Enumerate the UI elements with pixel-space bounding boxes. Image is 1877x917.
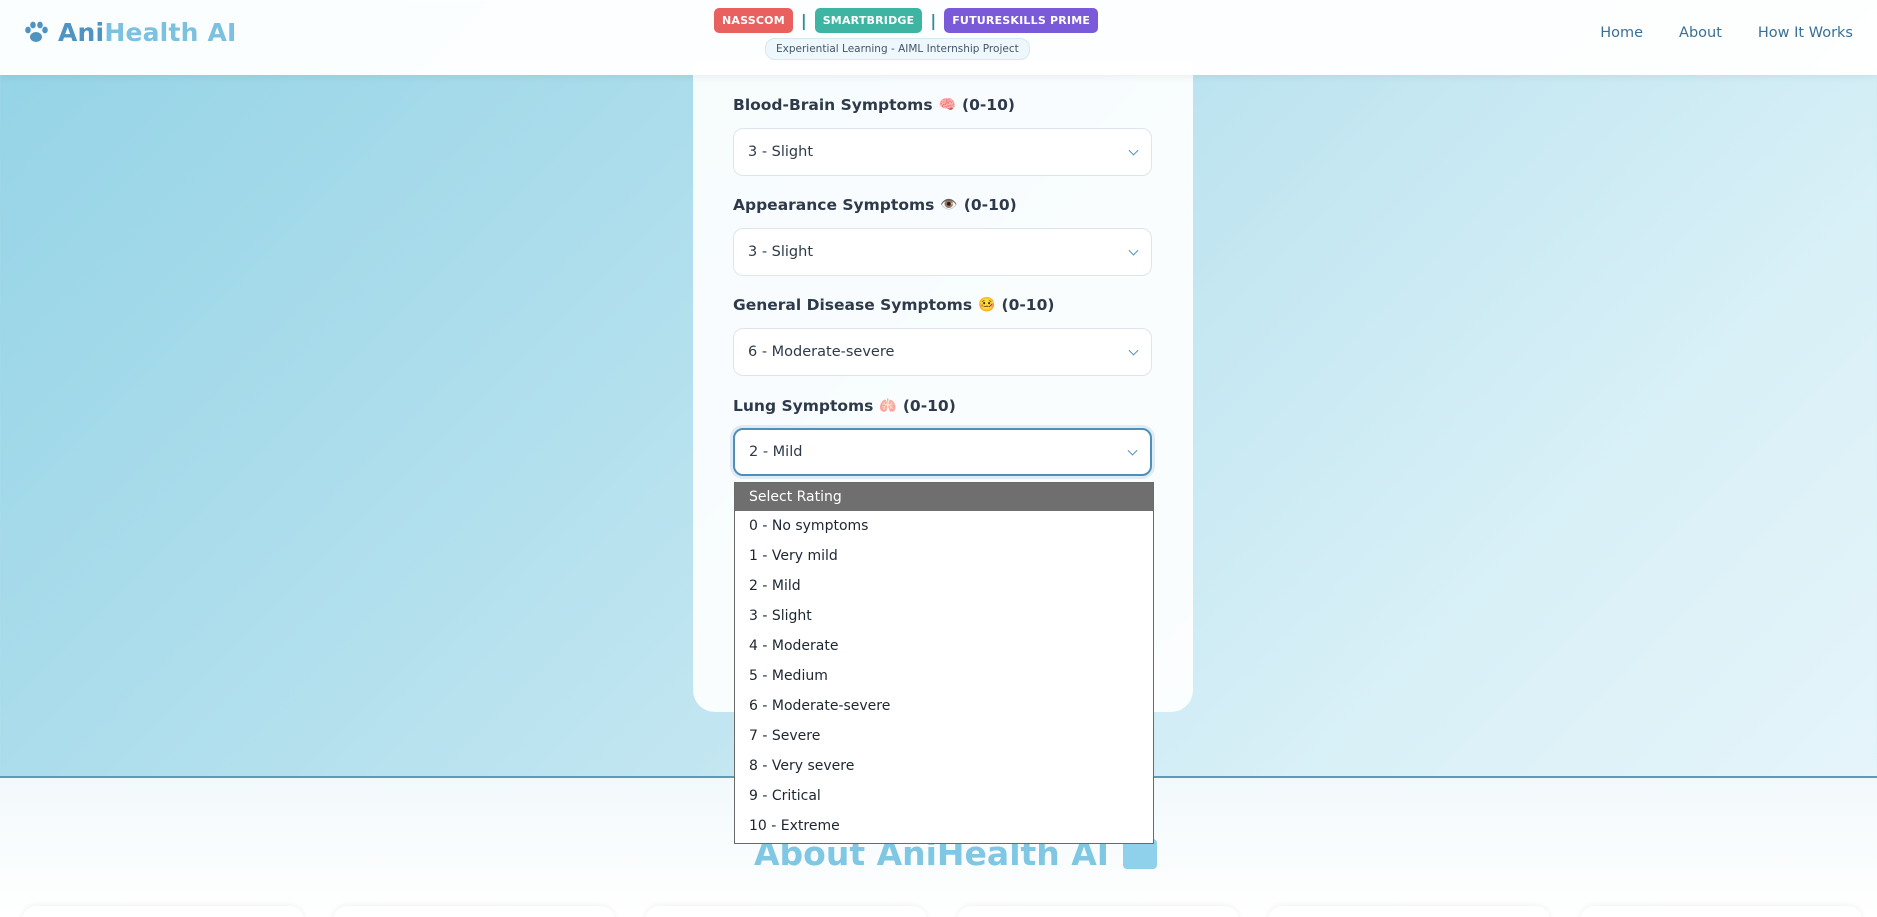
logo[interactable]: AniHealth AI — [22, 18, 237, 47]
blood-brain-label: Blood-Brain Symptoms 🧠 (0-10) — [733, 96, 1015, 114]
option-5[interactable]: 5 - Medium — [735, 661, 1153, 691]
main-nav: Home About How It Works — [1600, 25, 1853, 41]
nav-home[interactable]: Home — [1600, 25, 1643, 41]
nav-how-it-works[interactable]: How It Works — [1758, 25, 1853, 41]
blood-brain-select[interactable]: 3 - Slight — [733, 128, 1152, 176]
option-2[interactable]: 2 - Mild — [735, 571, 1153, 601]
option-8[interactable]: 8 - Very severe — [735, 751, 1153, 781]
general-disease-label: General Disease Symptoms 🤒 (0-10) — [733, 296, 1055, 314]
feature-card — [957, 906, 1239, 917]
chevron-down-icon — [1128, 245, 1139, 256]
eye-icon: 👁️ — [940, 197, 958, 213]
chevron-down-icon — [1128, 145, 1139, 156]
lung-label: Lung Symptoms 🫁 (0-10) — [733, 397, 956, 415]
futureskills-badge: FUTURESKILLS PRIME — [944, 8, 1099, 33]
nasscom-badge: NASSCOM — [714, 8, 793, 33]
partner-badges: NASSCOM | SMARTBRIDGE | FUTURESKILLS PRI… — [714, 8, 1099, 33]
appearance-select[interactable]: 3 - Slight — [733, 228, 1152, 276]
general-disease-select[interactable]: 6 - Moderate-severe — [733, 328, 1152, 376]
feature-card — [1268, 906, 1550, 917]
nav-about[interactable]: About — [1679, 25, 1722, 41]
smartbridge-badge: SMARTBRIDGE — [814, 8, 923, 33]
feature-card — [333, 906, 615, 917]
feature-card — [22, 906, 304, 917]
appearance-label: Appearance Symptoms 👁️ (0-10) — [733, 196, 1017, 214]
option-placeholder[interactable]: Select Rating — [735, 483, 1153, 511]
separator: | — [800, 11, 807, 30]
fever-face-icon: 🤒 — [978, 297, 996, 313]
option-10[interactable]: 10 - Extreme — [735, 811, 1153, 841]
chevron-down-icon — [1128, 345, 1139, 356]
chevron-down-icon — [1127, 445, 1138, 456]
option-6[interactable]: 6 - Moderate-severe — [735, 691, 1153, 721]
separator: | — [930, 11, 937, 30]
feature-card — [1580, 906, 1862, 917]
lungs-icon: 🫁 — [879, 398, 897, 414]
option-0[interactable]: 0 - No symptoms — [735, 511, 1153, 541]
top-header: AniHealth AI NASSCOM | SMARTBRIDGE | FUT… — [0, 0, 1877, 75]
feature-card — [645, 906, 927, 917]
project-subtitle: Experiential Learning - AIML Internship … — [765, 38, 1030, 60]
option-1[interactable]: 1 - Very mild — [735, 541, 1153, 571]
option-7[interactable]: 7 - Severe — [735, 721, 1153, 751]
rating-dropdown-list: Select Rating 0 - No symptoms 1 - Very m… — [734, 482, 1154, 844]
option-9[interactable]: 9 - Critical — [735, 781, 1153, 811]
option-3[interactable]: 3 - Slight — [735, 601, 1153, 631]
lung-select[interactable]: 2 - Mild — [733, 428, 1152, 476]
option-4[interactable]: 4 - Moderate — [735, 631, 1153, 661]
brain-icon: 🧠 — [938, 97, 956, 113]
paw-icon — [25, 21, 48, 42]
logo-text: AniHealth AI — [58, 18, 237, 47]
